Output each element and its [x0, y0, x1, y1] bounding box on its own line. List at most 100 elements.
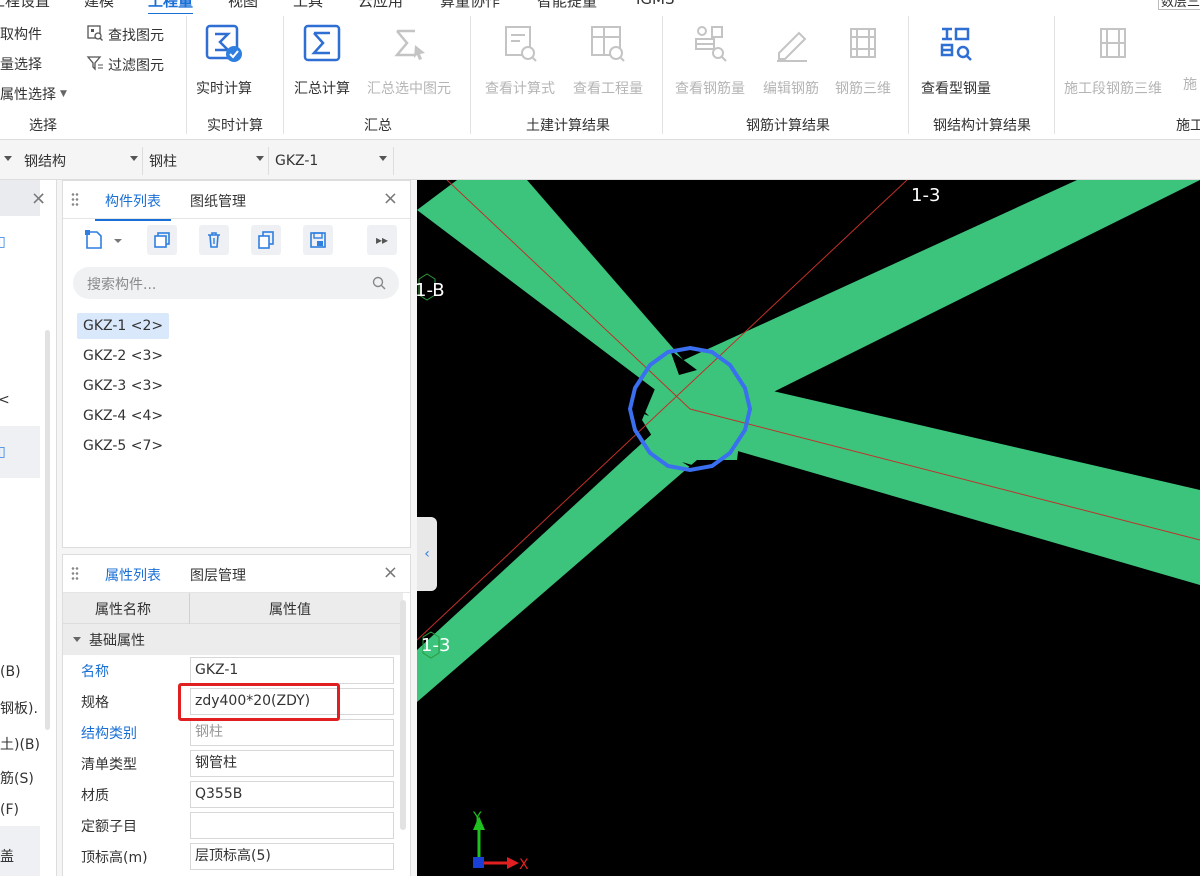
view-formula-button[interactable]: 查看计算式	[485, 20, 555, 98]
pick-component-button[interactable]: 取构件	[0, 24, 42, 44]
sum-selected-button[interactable]: 汇总选中图元	[367, 20, 451, 98]
tab-component-list[interactable]: 构件列表	[95, 191, 171, 221]
category-dropdown[interactable]: 钢结构	[24, 141, 66, 180]
nav-item[interactable]: (F)	[0, 802, 19, 818]
tab-tools[interactable]: 工具	[293, 0, 323, 11]
beam[interactable]	[662, 180, 1200, 410]
property-value-field[interactable]: 钢管柱	[190, 750, 394, 777]
nav-item[interactable]: 钢板).	[0, 698, 38, 718]
duplicate-button[interactable]	[251, 225, 281, 255]
app-window: 工程设置 建模 工程量 视图 工具 云应用 算量协作 智能提量 IGMS 数层三…	[0, 0, 1200, 876]
nav-item[interactable]: 盖	[0, 846, 14, 866]
search-icon[interactable]	[371, 275, 387, 295]
list-item[interactable]: GKZ-4 <4>	[77, 403, 169, 429]
type-dropdown[interactable]: 钢柱	[149, 141, 177, 180]
find-element-label: 查找图元	[108, 28, 164, 44]
close-icon[interactable]: ×	[383, 188, 398, 209]
delete-button[interactable]	[199, 225, 229, 255]
selector-bar: 钢结构 钢柱 GKZ-1	[0, 141, 1200, 180]
list-item[interactable]: GKZ-5 <7>	[77, 433, 169, 459]
sum-selected-label: 汇总选中图元	[367, 81, 451, 97]
search-input[interactable]: 搜索构件...	[73, 267, 399, 299]
beam[interactable]	[417, 420, 697, 702]
select-group-label: 选择	[29, 118, 57, 134]
tab-modeling[interactable]: 建模	[84, 0, 114, 11]
nav-item[interactable]: (B)	[0, 664, 21, 680]
property-value-field[interactable]	[190, 812, 394, 839]
drag-handle-icon[interactable]	[71, 566, 79, 580]
floor-selector[interactable]: 数层三	[1158, 0, 1200, 10]
scrollbar[interactable]	[400, 600, 406, 830]
list-item[interactable]: GKZ-1 <2>	[77, 313, 170, 339]
more-tools-button[interactable]: ▸▸	[367, 225, 397, 255]
realtime-calc-icon	[202, 20, 246, 68]
chevron-left-icon: ‹	[424, 546, 430, 562]
drawing-canvas[interactable]: 1-3 1-B 1-3 Y X	[417, 180, 1200, 876]
civil-group-label: 土建计算结果	[526, 118, 610, 134]
rebar-group-label: 钢筋计算结果	[746, 118, 830, 134]
tab-layer-management[interactable]: 图层管理	[190, 565, 246, 585]
sum-calc-button[interactable]: 汇总计算	[294, 20, 350, 98]
component-dropdown[interactable]: GKZ-1	[275, 141, 318, 180]
edit-rebar-button[interactable]: 编辑钢筋	[763, 20, 819, 98]
nav-item-icon[interactable]: <	[0, 392, 10, 408]
beam[interactable]	[717, 385, 1200, 585]
list-item[interactable]: GKZ-2 <3>	[77, 343, 169, 369]
property-value-field[interactable]: 层顶标高(5)	[190, 843, 394, 870]
property-value-field[interactable]: zdy400*20(ZDY)	[190, 688, 394, 715]
view-formula-icon	[498, 20, 542, 68]
tab-property-list[interactable]: 属性列表	[95, 565, 171, 595]
construction-group-label: 施工	[1176, 118, 1200, 134]
property-value-field[interactable]: GKZ-1	[190, 657, 394, 684]
new-component-button[interactable]	[77, 225, 129, 255]
drag-handle-icon[interactable]	[71, 192, 79, 206]
property-panel: 属性列表 图层管理 × 属性名称 属性值 基础属性 名称 GKZ-1 规格 zd…	[62, 554, 411, 876]
nav-item-icon[interactable]: ▯	[0, 234, 6, 250]
summary-group-label: 汇总	[364, 118, 392, 134]
view-quantity-button[interactable]: 查看工程量	[573, 20, 643, 98]
tab-quantity[interactable]: 工程量	[148, 0, 194, 15]
nav-item[interactable]: 筋(S)	[0, 768, 34, 788]
tab-igms[interactable]: IGMS	[636, 0, 675, 8]
close-icon[interactable]: ×	[31, 188, 46, 209]
construction-more-label[interactable]: 施	[1183, 74, 1197, 94]
property-row-list-type: 清单类型 钢管柱	[63, 748, 403, 779]
drawing-viewport[interactable]: 1-3 1-B 1-3 Y X	[417, 180, 1200, 876]
double-chevron-right-icon: ▸▸	[375, 233, 389, 247]
collapse-panel-button[interactable]: ‹	[417, 517, 437, 591]
copy-button[interactable]	[147, 225, 177, 255]
realtime-calc-label: 实时计算	[196, 81, 252, 97]
batch-select-button[interactable]: 量选择	[0, 54, 42, 74]
view-rebar-button[interactable]: 查看钢筋量	[675, 20, 745, 98]
chevron-down-icon	[73, 637, 81, 642]
nav-item-icon[interactable]: ▯	[0, 444, 6, 460]
tab-collab[interactable]: 算量协作	[440, 0, 500, 11]
list-item[interactable]: GKZ-3 <3>	[77, 373, 169, 399]
tab-smart[interactable]: 智能提量	[537, 0, 597, 11]
view-steel-button[interactable]: 查看型钢量	[921, 20, 991, 98]
filter-element-button[interactable]: 过滤图元	[86, 54, 164, 76]
close-icon[interactable]: ×	[383, 562, 398, 583]
property-name: 材质	[81, 788, 109, 804]
rebar-3d-button[interactable]: 钢筋三维	[835, 20, 891, 98]
save-template-button[interactable]	[303, 225, 333, 255]
pick-component-label: 取构件	[0, 27, 42, 43]
attribute-select-button[interactable]: 属性选择 ▼	[0, 84, 67, 104]
tab-project-settings[interactable]: 工程设置	[0, 0, 50, 11]
property-name: 规格	[81, 695, 109, 711]
find-element-button[interactable]: 查找图元	[86, 24, 164, 46]
tab-view[interactable]: 视图	[228, 0, 258, 11]
property-group-header[interactable]: 基础属性	[63, 624, 403, 655]
view-rebar-label: 查看钢筋量	[675, 81, 745, 97]
scrollbar[interactable]	[45, 330, 50, 730]
tab-drawing-management[interactable]: 图纸管理	[190, 191, 246, 211]
property-value-field[interactable]: Q355B	[190, 781, 394, 808]
tab-cloud[interactable]: 云应用	[358, 0, 403, 11]
property-table-header: 属性名称 属性值	[63, 593, 403, 624]
nav-item[interactable]: 土)(B)	[0, 734, 40, 754]
segment-rebar-3d-button[interactable]: 施工段钢筋三维	[1064, 20, 1162, 98]
copy-icon	[154, 232, 170, 248]
beam[interactable]	[417, 180, 692, 410]
property-value-field[interactable]: 钢柱	[190, 719, 394, 746]
realtime-calc-button[interactable]: 实时计算	[196, 20, 252, 98]
